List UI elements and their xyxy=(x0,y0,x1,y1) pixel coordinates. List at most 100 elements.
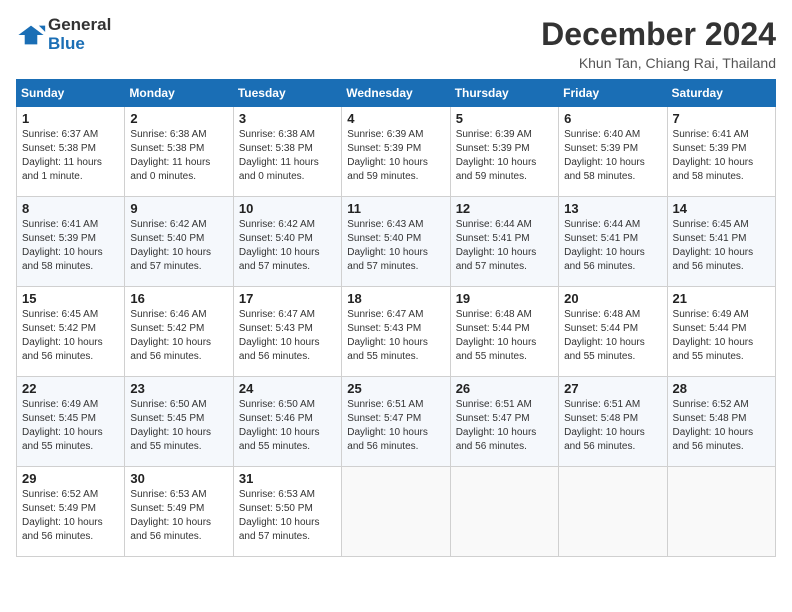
day-of-week-monday: Monday xyxy=(125,80,233,107)
sunset-text: Sunset: 5:47 PM xyxy=(347,413,421,424)
sunset-text: Sunset: 5:47 PM xyxy=(456,413,530,424)
sunset-text: Sunset: 5:39 PM xyxy=(456,143,530,154)
day-number: 8 xyxy=(22,201,119,216)
daylight-text: Daylight: 10 hours xyxy=(673,427,754,438)
calendar-week-4: 22Sunrise: 6:49 AMSunset: 5:45 PMDayligh… xyxy=(17,377,776,467)
calendar-cell xyxy=(667,467,775,557)
daylight-text: Daylight: 10 hours xyxy=(456,337,537,348)
sunrise-text: Sunrise: 6:44 AM xyxy=(456,219,532,230)
sunrise-text: Sunrise: 6:37 AM xyxy=(22,129,98,140)
calendar-cell: 5Sunrise: 6:39 AMSunset: 5:39 PMDaylight… xyxy=(450,107,558,197)
daylight-text: Daylight: 11 hours xyxy=(239,157,319,168)
day-of-week-thursday: Thursday xyxy=(450,80,558,107)
calendar-table: SundayMondayTuesdayWednesdayThursdayFrid… xyxy=(16,79,776,557)
calendar-cell: 9Sunrise: 6:42 AMSunset: 5:40 PMDaylight… xyxy=(125,197,233,287)
day-number: 14 xyxy=(673,201,770,216)
calendar-cell xyxy=(559,467,667,557)
day-info: Sunrise: 6:42 AMSunset: 5:40 PMDaylight:… xyxy=(130,218,227,274)
day-number: 22 xyxy=(22,381,119,396)
day-number: 12 xyxy=(456,201,553,216)
day-info: Sunrise: 6:46 AMSunset: 5:42 PMDaylight:… xyxy=(130,308,227,364)
day-number: 27 xyxy=(564,381,661,396)
day-info: Sunrise: 6:50 AMSunset: 5:45 PMDaylight:… xyxy=(130,398,227,454)
day-info: Sunrise: 6:38 AMSunset: 5:38 PMDaylight:… xyxy=(130,128,227,184)
logo-general: General xyxy=(48,16,111,35)
day-number: 6 xyxy=(564,111,661,126)
day-info: Sunrise: 6:52 AM Sunset: 5:48 PM Daylight:… xyxy=(673,398,770,454)
sunrise-text: Sunrise: 6:45 AM xyxy=(673,219,749,230)
daylight-minutes: and 55 minutes. xyxy=(239,441,310,452)
sunset-text: Sunset: 5:48 PM xyxy=(673,413,747,424)
sunset-text: Sunset: 5:45 PM xyxy=(130,413,204,424)
daylight-text: Daylight: 10 hours xyxy=(673,247,754,258)
calendar-cell: 29Sunrise: 6:52 AMSunset: 5:49 PMDayligh… xyxy=(17,467,125,557)
sunset-text: Sunset: 5:42 PM xyxy=(130,323,204,334)
day-info: Sunrise: 6:47 AMSunset: 5:43 PMDaylight:… xyxy=(239,308,336,364)
day-number: 28 xyxy=(673,381,770,396)
sunset-text: Sunset: 5:49 PM xyxy=(130,503,204,514)
daylight-minutes: and 55 minutes. xyxy=(347,351,418,362)
page-header: General Blue December 2024 Khun Tan, Chi… xyxy=(16,16,776,71)
day-info: Sunrise: 6:44 AMSunset: 5:41 PMDaylight:… xyxy=(564,218,661,274)
day-info: Sunrise: 6:39 AMSunset: 5:39 PMDaylight:… xyxy=(347,128,444,184)
calendar-week-2: 8Sunrise: 6:41 AMSunset: 5:39 PMDaylight… xyxy=(17,197,776,287)
day-info: Sunrise: 6:38 AMSunset: 5:38 PMDaylight:… xyxy=(239,128,336,184)
calendar-cell: 25Sunrise: 6:51 AMSunset: 5:47 PMDayligh… xyxy=(342,377,450,467)
calendar-cell: 3 Sunrise: 6:38 AMSunset: 5:38 PMDaylight… xyxy=(233,107,341,197)
sunrise-text: Sunrise: 6:39 AM xyxy=(347,129,423,140)
daylight-minutes: and 56 minutes. xyxy=(347,441,418,452)
day-of-week-tuesday: Tuesday xyxy=(233,80,341,107)
sunrise-text: Sunrise: 6:53 AM xyxy=(130,489,206,500)
calendar-cell: 14Sunrise: 6:45 AMSunset: 5:41 PMDayligh… xyxy=(667,197,775,287)
day-info: Sunrise: 6:49 AMSunset: 5:44 PMDaylight:… xyxy=(673,308,770,364)
daylight-minutes: and 0 minutes. xyxy=(239,171,305,182)
day-info: Sunrise: 6:47 AMSunset: 5:43 PMDaylight:… xyxy=(347,308,444,364)
daylight-text: Daylight: 10 hours xyxy=(239,337,320,348)
day-number: 13 xyxy=(564,201,661,216)
sunrise-text: Sunrise: 6:52 AM xyxy=(673,399,749,410)
day-number: 17 xyxy=(239,291,336,306)
day-info: Sunrise: 6:48 AMSunset: 5:44 PMDaylight:… xyxy=(564,308,661,364)
sunrise-text: Sunrise: 6:50 AM xyxy=(239,399,315,410)
sunset-text: Sunset: 5:44 PM xyxy=(673,323,747,334)
sunrise-text: Sunrise: 6:48 AM xyxy=(564,309,640,320)
logo: General Blue xyxy=(16,16,111,53)
daylight-text: Daylight: 10 hours xyxy=(456,247,537,258)
day-number: 7 xyxy=(673,111,770,126)
calendar-cell: 1Sunrise: 6:37 AMSunset: 5:38 PMDaylight… xyxy=(17,107,125,197)
calendar-cell: 18Sunrise: 6:47 AMSunset: 5:43 PMDayligh… xyxy=(342,287,450,377)
sunrise-text: Sunrise: 6:52 AM xyxy=(22,489,98,500)
daylight-text: Daylight: 11 hours xyxy=(130,157,210,168)
daylight-minutes: and 59 minutes. xyxy=(456,171,527,182)
daylight-minutes: and 56 minutes. xyxy=(22,351,93,362)
day-number: 10 xyxy=(239,201,336,216)
sunset-text: Sunset: 5:50 PM xyxy=(239,503,313,514)
daylight-text: Daylight: 10 hours xyxy=(673,337,754,348)
daylight-text: Daylight: 10 hours xyxy=(239,517,320,528)
sunset-text: Sunset: 5:38 PM xyxy=(239,143,313,154)
sunset-text: Sunset: 5:49 PM xyxy=(22,503,96,514)
calendar-cell: 16Sunrise: 6:46 AMSunset: 5:42 PMDayligh… xyxy=(125,287,233,377)
sunset-text: Sunset: 5:46 PM xyxy=(239,413,313,424)
day-number: 26 xyxy=(456,381,553,396)
sunset-text: Sunset: 5:44 PM xyxy=(456,323,530,334)
daylight-minutes: and 57 minutes. xyxy=(456,261,527,272)
sunset-text: Sunset: 5:44 PM xyxy=(564,323,638,334)
sunset-text: Sunset: 5:40 PM xyxy=(239,233,313,244)
daylight-text: Daylight: 10 hours xyxy=(22,427,103,438)
sunrise-text: Sunrise: 6:47 AM xyxy=(347,309,423,320)
day-number: 4 xyxy=(347,111,444,126)
sunrise-text: Sunrise: 6:39 AM xyxy=(456,129,532,140)
day-number: 3 xyxy=(239,111,336,126)
sunset-text: Sunset: 5:42 PM xyxy=(22,323,96,334)
daylight-minutes: and 59 minutes. xyxy=(347,171,418,182)
sunset-text: Sunset: 5:39 PM xyxy=(22,233,96,244)
daylight-text: Daylight: 10 hours xyxy=(564,427,645,438)
daylight-text: Daylight: 10 hours xyxy=(22,247,103,258)
day-info: Sunrise: 6:52 AMSunset: 5:49 PMDaylight:… xyxy=(22,488,119,544)
daylight-minutes: and 58 minutes. xyxy=(564,171,635,182)
calendar-cell: 7Sunrise: 6:41 AMSunset: 5:39 PMDaylight… xyxy=(667,107,775,197)
calendar-week-3: 15Sunrise: 6:45 AMSunset: 5:42 PMDayligh… xyxy=(17,287,776,377)
sunrise-text: Sunrise: 6:40 AM xyxy=(564,129,640,140)
daylight-text: Daylight: 10 hours xyxy=(239,427,320,438)
